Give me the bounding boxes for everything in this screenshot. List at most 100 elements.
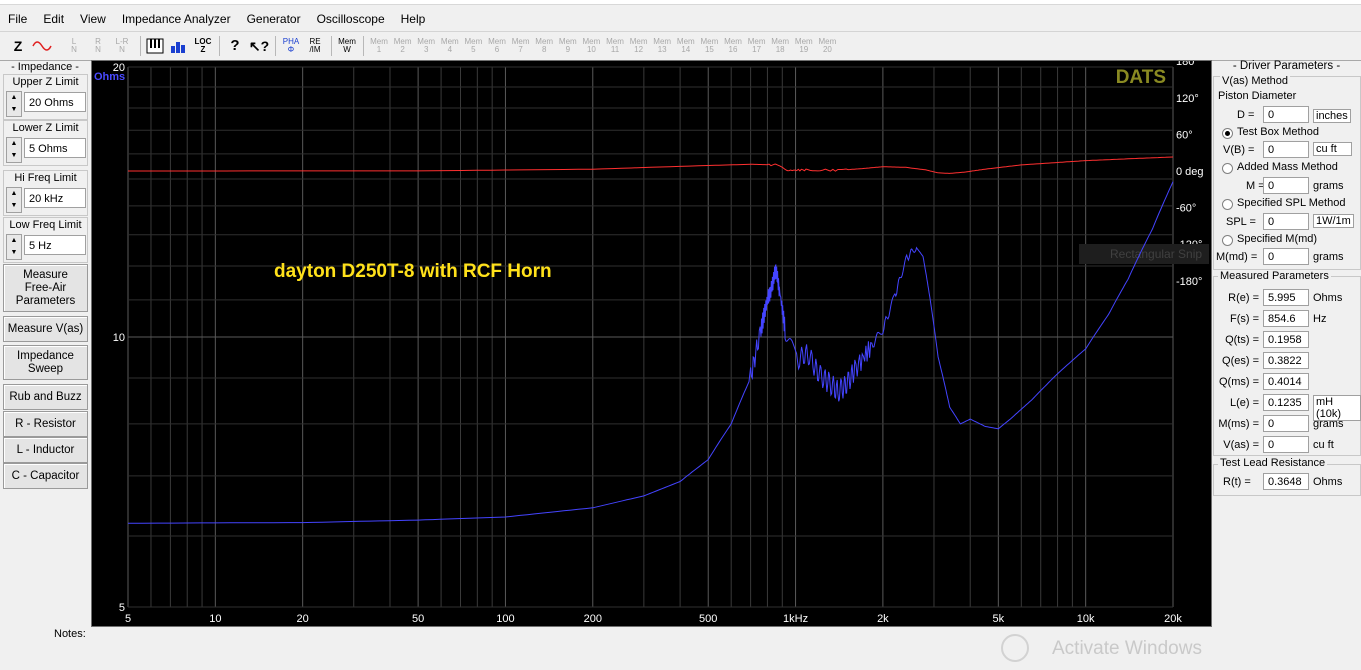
menu-generator[interactable]: Generator (239, 8, 309, 30)
memory-slot-label: Mem 19 (794, 37, 813, 54)
low-freq-field[interactable]: 5 Hz (24, 235, 86, 255)
memory-slot-9-button[interactable]: Mem 9 (558, 35, 578, 57)
low-freq-spinner[interactable]: ▲ ▼ (6, 234, 22, 260)
mmd-field[interactable]: 0 (1263, 248, 1309, 265)
rt-label: R(t) = (1223, 476, 1251, 488)
menu-file[interactable]: File (0, 8, 35, 30)
menu-impedance-analyzer[interactable]: Impedance Analyzer (114, 8, 239, 30)
memory-slot-3-button[interactable]: Mem 3 (416, 35, 436, 57)
upper-z-field[interactable]: 20 Ohms (24, 92, 86, 112)
param-value-field[interactable]: 854.6 (1263, 310, 1309, 327)
memory-slot-18-button[interactable]: Mem 18 (770, 35, 790, 57)
menu-oscilloscope[interactable]: Oscilloscope (309, 8, 393, 30)
d-unit[interactable]: inches (1313, 109, 1351, 123)
graph-lr-button[interactable]: L-R N (112, 35, 132, 57)
memory-slot-5-button[interactable]: Mem 5 (463, 35, 483, 57)
added-mass-radio[interactable] (1222, 163, 1233, 174)
d-field[interactable]: 0 (1263, 106, 1309, 123)
lower-z-field[interactable]: 5 Ohms (24, 138, 86, 158)
measure-vas-button[interactable]: Measure V(as) (3, 316, 88, 342)
memory-slot-11-button[interactable]: Mem 11 (605, 35, 625, 57)
memory-slot-label: Mem 8 (535, 37, 554, 54)
arrow-down-icon[interactable]: ▼ (7, 150, 21, 162)
test-box-radio[interactable] (1222, 128, 1233, 139)
m-field[interactable]: 0 (1263, 177, 1309, 194)
memory-write-button[interactable]: Mem W (337, 35, 357, 57)
impedance-sweep-button[interactable]: Impedance Sweep (3, 345, 88, 380)
param-value-field[interactable]: 0 (1263, 436, 1309, 453)
memory-slot-13-button[interactable]: Mem 13 (652, 35, 672, 57)
specified-mmd-radio[interactable] (1222, 235, 1233, 246)
y-left-unit-label: Ohms (94, 71, 125, 83)
memory-slot-6-button[interactable]: Mem 6 (487, 35, 507, 57)
arrow-up-icon[interactable]: ▲ (7, 188, 21, 200)
real-imag-button[interactable]: RE /IM (305, 35, 325, 57)
toolbar: Z L N R N L-R N LOC Z ? ↖? PHA Φ RE /IM … (0, 31, 1361, 61)
param-unit: Ohms (1313, 292, 1343, 304)
memory-slot-10-button[interactable]: Mem 10 (581, 35, 601, 57)
memory-slot-2-button[interactable]: Mem 2 (393, 35, 413, 57)
capacitor-button[interactable]: C - Capacitor (3, 463, 88, 489)
toolbar-separator (275, 36, 276, 56)
resistor-button[interactable]: R - Resistor (3, 411, 88, 437)
memory-slot-16-button[interactable]: Mem 16 (723, 35, 743, 57)
context-help-icon[interactable]: ↖? (249, 35, 269, 57)
hi-freq-field[interactable]: 20 kHz (24, 188, 86, 208)
arrow-up-icon[interactable]: ▲ (7, 92, 21, 104)
spl-field[interactable]: 0 (1263, 213, 1309, 230)
arrow-up-icon[interactable]: ▲ (7, 138, 21, 150)
menu-help[interactable]: Help (393, 8, 434, 30)
param-value-field[interactable]: 0.1235 (1263, 394, 1309, 411)
impedance-mode-button[interactable]: Z (8, 35, 28, 57)
phase-button[interactable]: PHA Φ (281, 35, 301, 57)
x-tick-label: 500 (699, 613, 717, 625)
impedance-panel: - Impedance - (3, 60, 87, 74)
lower-z-spinner[interactable]: ▲ ▼ (6, 137, 22, 163)
arrow-up-icon[interactable]: ▲ (7, 235, 21, 247)
memory-slot-7-button[interactable]: Mem 7 (511, 35, 531, 57)
param-value-field[interactable]: 0.1958 (1263, 331, 1309, 348)
memory-slot-17-button[interactable]: Mem 17 (747, 35, 767, 57)
param-value-field[interactable]: 0.3822 (1263, 352, 1309, 369)
arrow-down-icon[interactable]: ▼ (7, 200, 21, 212)
inductor-button[interactable]: L - Inductor (3, 437, 88, 463)
memory-slot-label: Mem 1 (370, 37, 388, 54)
memory-slot-15-button[interactable]: Mem 15 (699, 35, 719, 57)
vas-method-label: V(as) Method (1220, 75, 1291, 87)
measure-free-air-button[interactable]: Measure Free-Air Parameters (3, 264, 88, 312)
hi-freq-spinner[interactable]: ▲ ▼ (6, 187, 22, 213)
test-box-label: Test Box Method (1237, 126, 1319, 138)
piano-icon[interactable] (145, 35, 165, 57)
graph-right-button[interactable]: R N (88, 35, 108, 57)
param-value-field[interactable]: 0 (1263, 415, 1309, 432)
rt-field[interactable]: 0.3648 (1263, 473, 1309, 490)
menu-edit[interactable]: Edit (35, 8, 72, 30)
upper-z-spinner[interactable]: ▲ ▼ (6, 91, 22, 117)
memory-slot-label: Mem 3 (417, 37, 436, 54)
memory-slot-4-button[interactable]: Mem 4 (440, 35, 460, 57)
phase-curve (128, 156, 1174, 174)
param-value-field[interactable]: 0.4014 (1263, 373, 1309, 390)
log-z-button[interactable]: LOC Z (193, 35, 213, 57)
memory-slot-8-button[interactable]: Mem 8 (534, 35, 554, 57)
specified-spl-radio[interactable] (1222, 199, 1233, 210)
graph-left-button[interactable]: L N (64, 35, 84, 57)
memory-slot-12-button[interactable]: Mem 12 (629, 35, 649, 57)
menu-view[interactable]: View (72, 8, 114, 30)
bar-graph-icon[interactable] (169, 35, 189, 57)
arrow-down-icon[interactable]: ▼ (7, 247, 21, 259)
rub-and-buzz-button[interactable]: Rub and Buzz (3, 384, 88, 410)
memory-slot-14-button[interactable]: Mem 14 (676, 35, 696, 57)
memory-slot-label: Mem 2 (393, 37, 412, 54)
vb-field[interactable]: 0 (1263, 141, 1309, 158)
help-icon[interactable]: ? (225, 35, 245, 57)
sine-wave-icon[interactable] (32, 35, 52, 57)
memory-slot-1-button[interactable]: Mem 1 (369, 35, 389, 57)
spl-unit[interactable]: 1W/1m (1313, 214, 1354, 228)
param-value-field[interactable]: 5.995 (1263, 289, 1309, 306)
vb-unit[interactable]: cu ft (1313, 142, 1352, 156)
arrow-down-icon[interactable]: ▼ (7, 104, 21, 116)
memory-slot-19-button[interactable]: Mem 19 (794, 35, 814, 57)
impedance-plot[interactable]: 5 10 20 50 100 200 500 1kHz 2k 5k 10k 20k 20 10 5 Ohms 1… (91, 60, 1212, 627)
memory-slot-20-button[interactable]: Mem 20 (817, 35, 837, 57)
